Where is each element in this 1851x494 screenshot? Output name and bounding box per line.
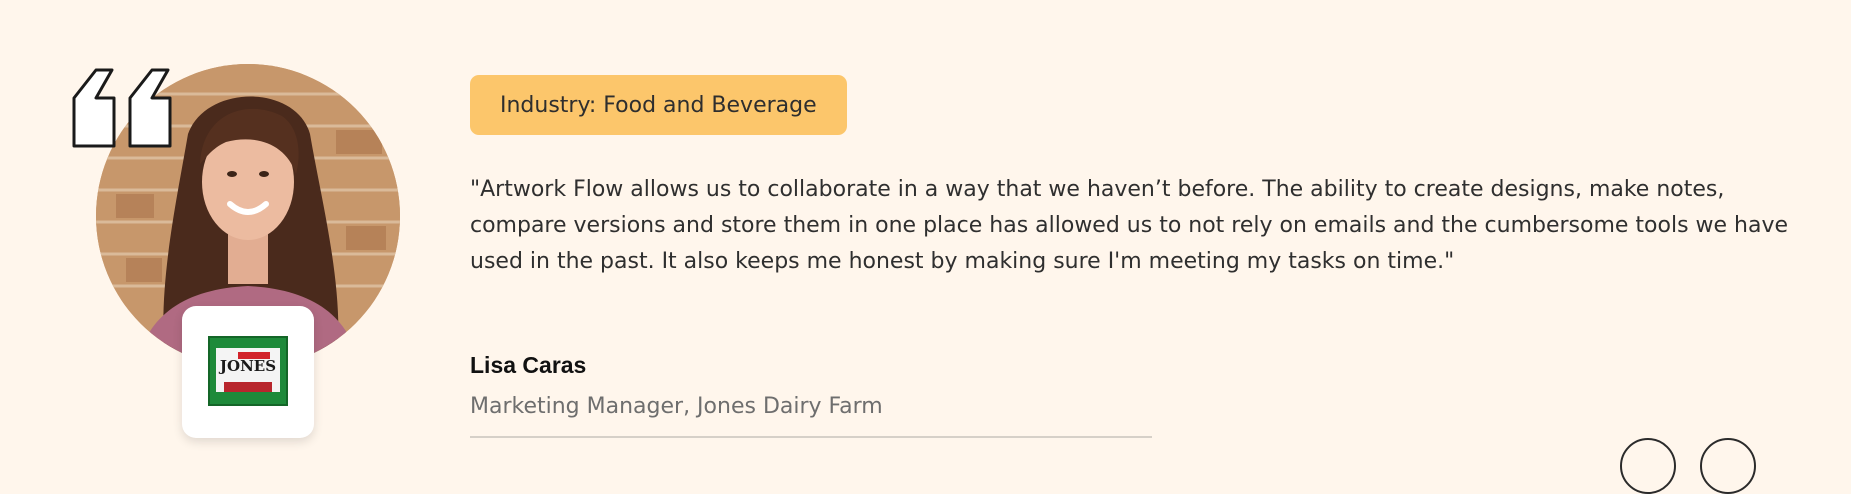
- logo-barn-graphic: [224, 382, 272, 392]
- logo-brand-text: JONES: [219, 357, 277, 375]
- testimonial-section: JONES Industry: Food and Beverage "Artwo…: [0, 0, 1851, 494]
- author-name: Lisa Caras: [470, 352, 587, 378]
- author-role: Marketing Manager, Jones Dairy Farm: [470, 394, 883, 419]
- next-arrow-icon[interactable]: [1700, 438, 1756, 494]
- testimonial-quote: "Artwork Flow allows us to collaborate i…: [470, 177, 1789, 274]
- company-logo-card: JONES: [182, 306, 314, 438]
- prev-arrow-icon[interactable]: [1620, 438, 1676, 494]
- logo-panel: JONES: [216, 348, 280, 392]
- divider: [470, 436, 1152, 438]
- company-logo: JONES: [208, 336, 288, 406]
- quote-icon: [72, 68, 172, 148]
- industry-tag: Industry: Food and Beverage: [470, 75, 847, 135]
- carousel-nav: [1620, 438, 1780, 494]
